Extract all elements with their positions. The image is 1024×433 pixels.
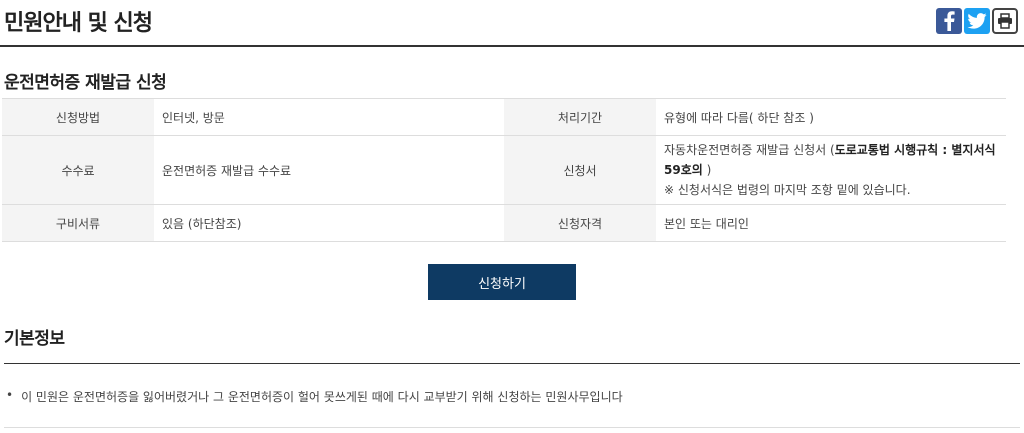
section-title-reissue: 운전면허증 재발급 신청 xyxy=(4,73,167,93)
form-suffix: ) xyxy=(702,163,712,177)
value-documents: 있음 (하단참조) xyxy=(154,204,504,242)
facebook-share-button[interactable] xyxy=(936,8,962,34)
facebook-icon xyxy=(944,11,955,31)
table-row: 구비서류 있음 (하단참조) 신청자격 본인 또는 대리인 xyxy=(2,204,1006,242)
divider xyxy=(4,427,1020,428)
value-fee: 운전면허증 재발급 수수료 xyxy=(154,135,504,205)
divider xyxy=(4,363,1020,364)
label-method: 신청방법 xyxy=(2,98,154,136)
page-header: 민원안내 및 신청 xyxy=(0,0,1024,47)
printer-icon xyxy=(998,13,1012,29)
print-button[interactable] xyxy=(992,8,1018,34)
page-title: 민원안내 및 신청 xyxy=(4,11,153,36)
section-title-basic-info: 기본정보 xyxy=(4,329,65,349)
twitter-icon xyxy=(967,13,987,29)
label-fee: 수수료 xyxy=(2,135,154,205)
share-toolbar xyxy=(936,8,1018,34)
application-info-table: 신청방법 인터넷, 방문 처리기간 유형에 따라 다름( 하단 참조 ) 수수료… xyxy=(2,98,1006,242)
apply-button[interactable]: 신청하기 xyxy=(428,264,576,300)
form-note: ※ 신청서식은 법령의 마지막 조항 밑에 있습니다. xyxy=(664,183,911,197)
value-eligibility: 본인 또는 대리인 xyxy=(656,204,1006,242)
bullet: • xyxy=(6,388,14,402)
label-documents: 구비서류 xyxy=(2,204,154,242)
table-row: 신청방법 인터넷, 방문 처리기간 유형에 따라 다름( 하단 참조 ) xyxy=(2,98,1006,136)
twitter-share-button[interactable] xyxy=(964,8,990,34)
basic-info-text: 이 민원은 운전면허증을 잃어버렸거나 그 운전면허증이 헐어 못쓰게된 때에 … xyxy=(21,390,623,404)
label-period: 처리기간 xyxy=(504,98,656,136)
label-form: 신청서 xyxy=(504,135,656,205)
label-eligibility: 신청자격 xyxy=(504,204,656,242)
form-name: 자동차운전면허증 재발급 신청서 ( xyxy=(664,143,835,157)
value-method: 인터넷, 방문 xyxy=(154,98,504,136)
value-form: 자동차운전면허증 재발급 신청서 (도로교통법 시행규칙 : 별지서식 59호의… xyxy=(656,135,1006,205)
value-period: 유형에 따라 다름( 하단 참조 ) xyxy=(656,98,1006,136)
list-item: • 이 민원은 운전면허증을 잃어버렸거나 그 운전면허증이 헐어 못쓰게된 때… xyxy=(6,388,623,405)
table-row: 수수료 운전면허증 재발급 수수료 신청서 자동차운전면허증 재발급 신청서 (… xyxy=(2,135,1006,205)
